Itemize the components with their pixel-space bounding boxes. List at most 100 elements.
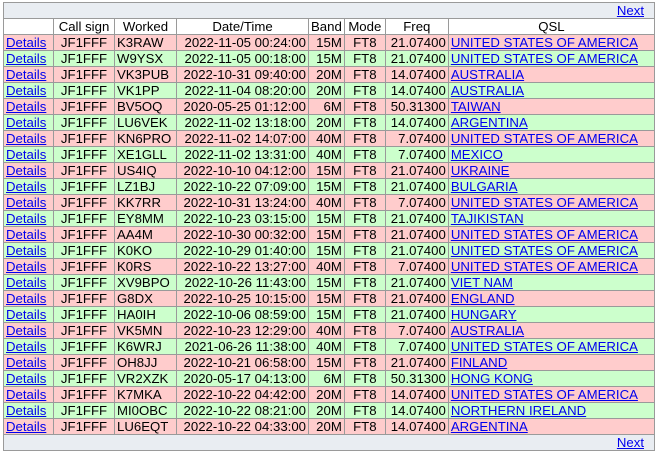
callsign-cell: JF1FFF [53, 354, 115, 371]
details-link[interactable]: Details [6, 180, 46, 194]
details-link[interactable]: Details [6, 324, 46, 338]
details-link[interactable]: Details [6, 164, 46, 178]
band-cell: 6M [308, 370, 345, 387]
worked-callsign-cell: HA0IH [114, 306, 177, 323]
qsl-country-link[interactable]: HONG KONG [451, 372, 533, 386]
datetime-cell: 2022-11-02 13:18:00 [176, 114, 309, 131]
details-cell: Details [3, 82, 54, 99]
datetime-cell: 2022-11-05 00:24:00 [176, 34, 309, 51]
frequency-cell: 14.07400 [384, 66, 449, 83]
qsl-country-cell: ARGENTINA [447, 114, 656, 131]
details-link[interactable]: Details [6, 420, 46, 434]
details-link[interactable]: Details [6, 244, 46, 258]
qsl-country-link[interactable]: MEXICO [451, 148, 503, 162]
header-row: Call sign Worked Date/Time Band Mode Fre… [3, 18, 656, 35]
table-row: Details JF1FFF AA4M 2022-10-30 00:32:00 15M F… [3, 226, 656, 243]
worked-callsign-cell: KN6PRO [114, 130, 177, 147]
details-link[interactable]: Details [6, 132, 46, 146]
worked-callsign-cell: LZ1BJ [114, 178, 177, 195]
qsl-country-link[interactable]: HUNGARY [451, 308, 517, 322]
datetime-cell: 2022-10-22 08:21:00 [176, 402, 309, 419]
details-link[interactable]: Details [6, 212, 46, 226]
frequency-cell: 7.07400 [384, 194, 449, 211]
next-link-top[interactable]: Next [617, 4, 644, 18]
qsl-country-link[interactable]: FINLAND [451, 356, 507, 370]
qsl-country-link[interactable]: ARGENTINA [451, 420, 528, 434]
qsl-country-cell: UNITED STATES OF AMERICA [447, 226, 656, 243]
details-cell: Details [3, 322, 54, 339]
qso-log-table: Next Call sign Worked Date/Time Band Mod… [3, 2, 656, 451]
qsl-country-link[interactable]: AUSTRALIA [451, 68, 524, 82]
frequency-cell: 14.07400 [384, 386, 449, 403]
details-link[interactable]: Details [6, 196, 46, 210]
details-link[interactable]: Details [6, 36, 46, 50]
details-cell: Details [3, 370, 54, 387]
worked-callsign-cell: BV5OQ [114, 98, 177, 115]
details-cell: Details [3, 402, 54, 419]
worked-callsign-cell: XV9BPO [114, 274, 177, 291]
qsl-country-link[interactable]: TAIWAN [451, 100, 501, 114]
mode-cell: FT8 [343, 354, 386, 371]
bottom-nav-cell: Next [3, 434, 655, 451]
qsl-country-link[interactable]: UNITED STATES OF AMERICA [451, 52, 638, 66]
band-cell: 20M [308, 66, 345, 83]
frequency-cell: 21.07400 [384, 178, 449, 195]
qsl-country-link[interactable]: NORTHERN IRELAND [451, 404, 586, 418]
mode-cell: FT8 [343, 114, 386, 131]
details-link[interactable]: Details [6, 260, 46, 274]
mode-cell: FT8 [343, 210, 386, 227]
details-link[interactable]: Details [6, 356, 46, 370]
qsl-country-link[interactable]: UNITED STATES OF AMERICA [451, 340, 638, 354]
mode-cell: FT8 [343, 66, 386, 83]
qsl-country-link[interactable]: UKRAINE [451, 164, 510, 178]
qsl-country-link[interactable]: UNITED STATES OF AMERICA [451, 36, 638, 50]
qsl-country-link[interactable]: UNITED STATES OF AMERICA [451, 196, 638, 210]
details-link[interactable]: Details [6, 228, 46, 242]
band-cell: 40M [308, 258, 345, 275]
frequency-cell: 21.07400 [384, 34, 449, 51]
qsl-country-link[interactable]: AUSTRALIA [451, 324, 524, 338]
details-link[interactable]: Details [6, 116, 46, 130]
details-cell: Details [3, 210, 54, 227]
frequency-cell: 21.07400 [384, 242, 449, 259]
qsl-country-link[interactable]: UNITED STATES OF AMERICA [451, 388, 638, 402]
band-cell: 40M [308, 146, 345, 163]
qsl-country-cell: UNITED STATES OF AMERICA [447, 386, 656, 403]
qsl-country-link[interactable]: UNITED STATES OF AMERICA [451, 260, 638, 274]
table-row: Details JF1FFF VK1PP 2022-11-04 08:20:00 20M… [3, 82, 656, 99]
band-cell: 15M [308, 354, 345, 371]
datetime-cell: 2022-10-29 01:40:00 [176, 242, 309, 259]
qsl-country-link[interactable]: ENGLAND [451, 292, 515, 306]
qsl-country-link[interactable]: AUSTRALIA [451, 84, 524, 98]
details-link[interactable]: Details [6, 308, 46, 322]
qsl-country-link[interactable]: UNITED STATES OF AMERICA [451, 244, 638, 258]
qsl-country-link[interactable]: UNITED STATES OF AMERICA [451, 132, 638, 146]
details-link[interactable]: Details [6, 292, 46, 306]
band-cell: 15M [308, 290, 345, 307]
details-link[interactable]: Details [6, 404, 46, 418]
details-link[interactable]: Details [6, 372, 46, 386]
details-link[interactable]: Details [6, 52, 46, 66]
details-link[interactable]: Details [6, 148, 46, 162]
qsl-country-link[interactable]: UNITED STATES OF AMERICA [451, 228, 638, 242]
details-link[interactable]: Details [6, 388, 46, 402]
band-cell: 15M [308, 178, 345, 195]
details-link[interactable]: Details [6, 340, 46, 354]
next-link-bottom[interactable]: Next [617, 436, 644, 450]
details-link[interactable]: Details [6, 276, 46, 290]
mode-cell: FT8 [343, 418, 386, 435]
details-cell: Details [3, 418, 54, 435]
table-row: Details JF1FFF K0KO 2022-10-29 01:40:00 15M F… [3, 242, 656, 259]
qsl-country-link[interactable]: VIET NAM [451, 276, 513, 290]
details-link[interactable]: Details [6, 84, 46, 98]
qsl-country-link[interactable]: BULGARIA [451, 180, 518, 194]
qsl-country-link[interactable]: TAJIKISTAN [451, 212, 524, 226]
worked-callsign-cell: MI0OBC [114, 402, 177, 419]
band-cell: 15M [308, 226, 345, 243]
table-row: Details JF1FFF K3RAW 2022-11-05 00:24:00 15M… [3, 34, 656, 51]
frequency-cell: 50.31300 [384, 98, 449, 115]
details-link[interactable]: Details [6, 100, 46, 114]
details-link[interactable]: Details [6, 68, 46, 82]
qsl-country-link[interactable]: ARGENTINA [451, 116, 528, 130]
table-row: Details JF1FFF K7MKA 2022-10-22 04:42:00 20M… [3, 386, 656, 403]
